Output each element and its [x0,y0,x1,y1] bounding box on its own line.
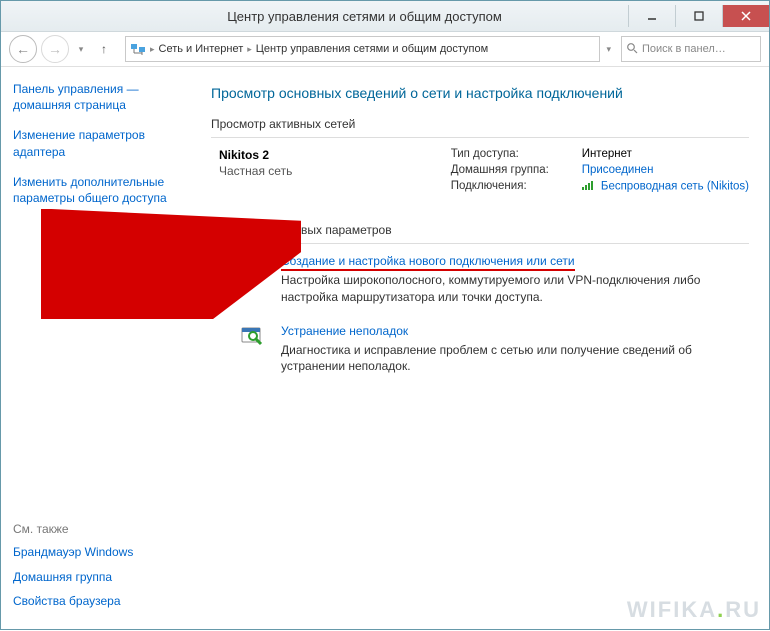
active-network-block: Nikitos 2 Частная сеть Тип доступа: Инте… [219,148,749,197]
divider [211,243,749,244]
connection-link[interactable]: Беспроводная сеть (Nikitos) [601,181,749,193]
search-box[interactable]: Поиск в панел… [621,36,761,62]
refresh-dropdown-icon[interactable]: ▾ [606,45,611,53]
sidebar: Панель управления — домашняя страница Из… [1,67,201,631]
sidebar-link-adapter-settings[interactable]: Изменение параметров адаптера [13,127,189,159]
toolbar: ← → ▾ ↑ ▸ Сеть и Интернет ▸ Центр управл… [1,32,769,67]
network-identity: Nikitos 2 Частная сеть [219,148,292,178]
troubleshoot-icon [239,324,269,350]
address-bar[interactable]: ▸ Сеть и Интернет ▸ Центр управления сет… [125,36,600,62]
access-type-label: Тип доступа: [451,148,566,160]
maximize-button[interactable] [675,5,722,27]
troubleshoot-desc: Диагностика и исправление проблем с сеть… [281,342,711,376]
sidebar-link-firewall[interactable]: Брандмауэр Windows [13,544,189,560]
watermark: WIFIKA.RU [627,597,761,623]
see-also-label: См. также [13,522,189,536]
minimize-button[interactable] [628,5,675,27]
watermark-right: RU [725,597,761,622]
sidebar-link-browser-props[interactable]: Свойства браузера [13,593,189,609]
access-type-value: Интернет [582,148,632,160]
sidebar-link-homegroup[interactable]: Домашняя группа [13,569,189,585]
window-body: Панель управления — домашняя страница Из… [1,67,769,631]
network-props: Тип доступа: Интернет Домашняя группа: П… [451,148,749,197]
close-button[interactable] [722,5,769,27]
new-connection-icon: + [239,254,269,280]
sidebar-link-sharing-settings[interactable]: Изменить дополнительные параметры общего… [13,174,189,206]
watermark-left: WIFIKA [627,597,717,622]
back-button[interactable]: ← [9,35,37,63]
search-placeholder: Поиск в панел… [642,43,726,55]
option-troubleshoot: Устранение неполадок Диагностика и испра… [239,324,749,376]
history-dropdown[interactable]: ▾ [73,36,89,62]
homegroup-link[interactable]: Присоединен [582,164,654,176]
search-icon [626,42,638,57]
active-networks-title: Просмотр активных сетей [211,117,749,131]
window-title: Центр управления сетями и общим доступом [101,9,628,24]
new-connection-desc: Настройка широкополосного, коммутируемог… [281,272,711,306]
network-type: Частная сеть [219,164,292,178]
main-content: Просмотр основных сведений о сети и наст… [201,67,769,631]
chevron-right-icon: ▸ [150,44,155,55]
troubleshoot-link[interactable]: Устранение неполадок [281,324,408,338]
breadcrumb-part[interactable]: Центр управления сетями и общим доступом [256,43,488,55]
chevron-right-icon: ▸ [247,44,252,55]
network-category-icon [130,41,146,57]
divider [211,137,749,138]
connections-label: Подключения: [451,180,566,192]
sidebar-link-home[interactable]: Панель управления — домашняя страница [13,81,189,113]
breadcrumb-part[interactable]: Сеть и Интернет [159,43,244,55]
window-controls [628,5,769,27]
page-heading: Просмотр основных сведений о сети и наст… [211,85,749,101]
svg-text:+: + [259,258,263,265]
forward-button[interactable]: → [41,35,69,63]
network-name: Nikitos 2 [219,148,292,162]
up-button[interactable]: ↑ [93,38,115,60]
option-new-connection: + Создание и настройка нового подключени… [239,254,749,306]
homegroup-label: Домашняя группа: [451,164,566,176]
control-panel-window: Центр управления сетями и общим доступом… [0,0,770,630]
change-settings-title: Изменение сетевых параметров [211,223,749,237]
wifi-signal-icon [582,180,595,193]
new-connection-link[interactable]: Создание и настройка нового подключения … [281,254,575,271]
titlebar: Центр управления сетями и общим доступом [1,1,769,32]
